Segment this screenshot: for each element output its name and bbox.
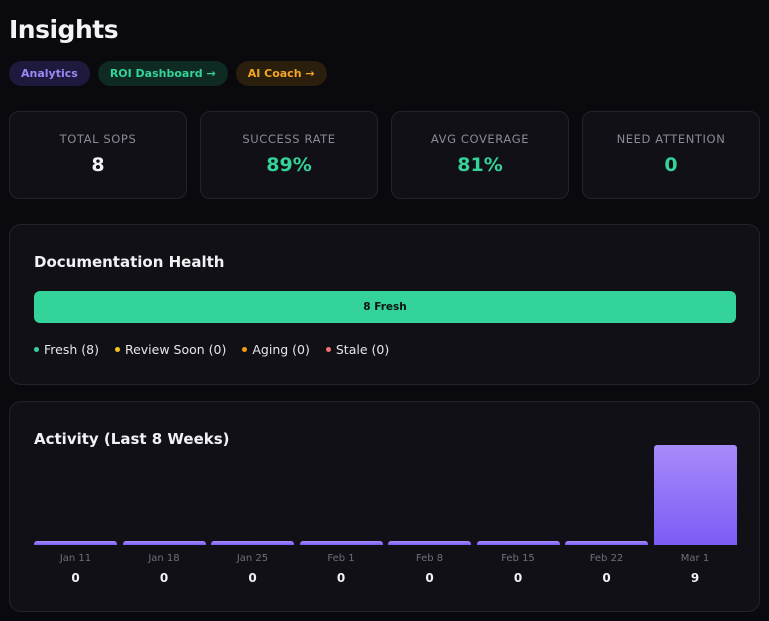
- legend-dot-icon: [114, 347, 120, 352]
- activity-panel: Activity (Last 8 Weeks) Jan 11 0 Jan 18 0 Ja…: [9, 401, 760, 612]
- page-title: Insights: [9, 15, 119, 44]
- week-count: 0: [336, 571, 346, 585]
- bar-column: [653, 445, 737, 545]
- legend-label: Fresh (8): [44, 342, 99, 357]
- activity-bar[interactable]: [211, 541, 294, 545]
- legend-item-review-soon: Review Soon (0): [114, 342, 227, 357]
- stat-label: AVG COVERAGE: [430, 132, 530, 146]
- week-label: Feb 15: [501, 553, 535, 564]
- week-count: 0: [71, 571, 80, 585]
- week-count: 9: [690, 571, 700, 585]
- stat-card-avg-coverage: AVG COVERAGE 81%: [391, 111, 569, 199]
- week-count: 0: [602, 571, 611, 585]
- week-label: Feb 1: [327, 553, 355, 564]
- insights-page: Insights Analytics ROI Dashboard → AI Co…: [0, 0, 769, 621]
- activity-bar[interactable]: [299, 541, 383, 545]
- activity-bar[interactable]: [122, 541, 206, 545]
- bar-column: [211, 541, 294, 545]
- legend-item-stale: Stale (0): [325, 342, 390, 357]
- bar-column: [34, 541, 117, 545]
- nav-chips: Analytics ROI Dashboard → AI Coach →: [9, 61, 327, 86]
- week-label: Jan 25: [236, 553, 269, 564]
- roi-dashboard-link[interactable]: ROI Dashboard →: [97, 61, 228, 86]
- bar-column: [388, 541, 471, 545]
- legend-dot-icon: [242, 347, 248, 352]
- legend-label: Stale (0): [335, 342, 390, 357]
- bar-column: [476, 541, 560, 545]
- ai-coach-link[interactable]: AI Coach →: [235, 61, 327, 86]
- week-label: Jan 18: [148, 553, 180, 564]
- stat-value: 89%: [266, 154, 312, 176]
- week-count: 0: [248, 571, 257, 585]
- activity-bar[interactable]: [388, 541, 471, 545]
- week-label: Feb 22: [589, 553, 624, 564]
- analytics-chip[interactable]: Analytics: [9, 61, 90, 86]
- stat-label: TOTAL SOPS: [59, 132, 137, 146]
- bar-column: [565, 541, 648, 545]
- stat-label: SUCCESS RATE: [242, 132, 336, 146]
- stats-row: TOTAL SOPS 8 SUCCESS RATE 89% AVG COVERA…: [9, 111, 760, 199]
- health-legend: Fresh (8) Review Soon (0) Aging (0) Stal…: [34, 342, 389, 357]
- legend-dot-icon: [325, 347, 331, 352]
- stat-card-success-rate: SUCCESS RATE 89%: [200, 111, 378, 199]
- stat-card-total-sops: TOTAL SOPS 8: [9, 111, 187, 199]
- legend-item-aging: Aging (0): [242, 342, 310, 357]
- legend-item-fresh: Fresh (8): [34, 342, 99, 357]
- activity-bar[interactable]: [653, 445, 737, 545]
- stat-card-need-attention: NEED ATTENTION 0: [582, 111, 760, 199]
- panel-title: Documentation Health: [34, 253, 225, 271]
- stat-value: 81%: [457, 154, 503, 176]
- legend-dot-icon: [34, 347, 39, 352]
- week-count: 0: [513, 571, 523, 585]
- health-bar-fresh[interactable]: 8 Fresh: [34, 291, 736, 323]
- stat-label: NEED ATTENTION: [616, 132, 726, 146]
- stat-value: 8: [91, 154, 105, 176]
- legend-label: Aging (0): [252, 342, 310, 357]
- week-label: Mar 1: [680, 553, 710, 564]
- activity-bar-chart: Jan 11 0 Jan 18 0 Jan 25 0 Feb 1 0 Feb 8 0 Feb 15 0…: [10, 402, 761, 613]
- week-label: Feb 8: [415, 553, 444, 564]
- bar-column: [122, 541, 206, 545]
- documentation-health-panel: Documentation Health 8 Fresh Fresh (8) R…: [9, 224, 760, 385]
- stat-value: 0: [664, 154, 678, 176]
- activity-bar[interactable]: [565, 541, 648, 545]
- week-count: 0: [159, 571, 169, 585]
- week-label: Jan 11: [59, 553, 92, 564]
- activity-bar[interactable]: [476, 541, 560, 545]
- legend-label: Review Soon (0): [124, 342, 227, 357]
- bar-column: [299, 541, 383, 545]
- week-count: 0: [425, 571, 434, 585]
- activity-bar[interactable]: [34, 541, 117, 545]
